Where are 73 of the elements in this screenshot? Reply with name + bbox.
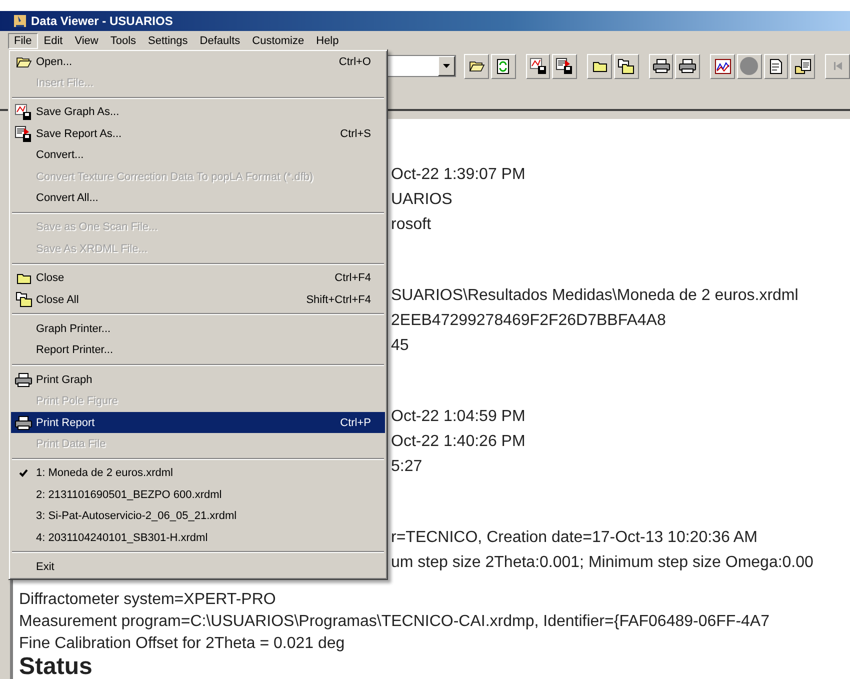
toolbar-button[interactable] (614, 54, 639, 78)
report-line: UARIOS (391, 190, 454, 210)
toolbar-button[interactable] (764, 54, 788, 78)
menu-item[interactable]: Convert... (11, 144, 385, 166)
menu-item[interactable]: Report Printer... (11, 340, 385, 362)
report-line: rosoft (391, 215, 432, 235)
toolbar-button[interactable] (710, 54, 735, 78)
window-title: Data Viewer - USUARIOS (31, 14, 173, 28)
menu-bar-item[interactable]: File (8, 33, 38, 49)
toolbar-button[interactable] (552, 54, 578, 78)
circle-icon (740, 57, 758, 75)
menu-bar-item[interactable]: Settings (142, 33, 194, 49)
menu-bar-item[interactable]: Edit (38, 33, 69, 49)
dropdown-field[interactable] (385, 55, 456, 77)
documents-icon (794, 58, 811, 74)
folders-icon (16, 292, 32, 308)
menu-item[interactable]: Save Report As... Ctrl+S (11, 123, 385, 145)
toolbar-button[interactable] (464, 54, 489, 78)
report-line: 5:27 (391, 457, 424, 477)
save-graph-icon (530, 58, 547, 74)
menu-item[interactable]: 3: Si-Pat-Autoservicio-2_06_05_21.xrdml (11, 505, 385, 527)
report-line: Oct-22 1:40:26 PM (391, 432, 526, 452)
menu-item[interactable]: Print Report Ctrl+P (11, 412, 385, 434)
printer-icon (652, 59, 670, 73)
report-line: Oct-22 1:39:07 PM (391, 165, 526, 185)
save-graph-icon (15, 104, 32, 120)
save-report-icon (15, 126, 32, 142)
folders-icon (618, 58, 634, 74)
toolbar-button[interactable] (587, 54, 612, 78)
save-report-icon (556, 58, 574, 74)
graph-icon (714, 58, 731, 74)
report-line: Diffractometer system=XPERT-PRO (19, 590, 277, 610)
menu-item[interactable]: 2: 2131101690501_BEZPO 600.xrdml (11, 484, 385, 506)
menu-item[interactable]: Close Ctrl+F4 (11, 268, 385, 289)
document-icon (770, 58, 782, 74)
menu-item[interactable]: 4: 2031104240101_SB301-H.xrdml (11, 526, 385, 548)
printer-icon (679, 59, 696, 73)
menu-bar-item[interactable]: Defaults (194, 33, 246, 49)
report-line: Measurement program=C:\USUARIOS\Programas\TECNICO-CAI.xrdmp, Identifier={FAF06489-06FF-4A7 (19, 612, 770, 632)
report-line: um step size 2Theta:0.001; Minimum step size Omega:0.00 (391, 553, 814, 573)
menu-item[interactable]: Graph Printer... (11, 318, 385, 340)
toolbar-button[interactable] (675, 54, 700, 78)
toolbar-button[interactable] (526, 54, 550, 78)
toolbar-button[interactable] (790, 54, 816, 78)
report-heading: Status (19, 655, 94, 679)
menu-item[interactable]: 1: Moneda de 2 euros.xrdml (11, 462, 385, 484)
printer-icon (15, 372, 32, 387)
dropdown-arrow-icon (443, 64, 450, 68)
folder-icon (16, 56, 32, 68)
report-line: r=TECNICO, Creation date=17-Oct-13 10:20:36 AM (391, 528, 758, 548)
menu-item[interactable]: Convert All... (11, 187, 385, 209)
menu-item[interactable]: Save Graph As... (11, 102, 385, 124)
report-line: SUARIOS\Resultados Medidas\Moneda de 2 euros.xrdml (391, 286, 800, 306)
menu-item[interactable]: Exit (11, 556, 385, 578)
menu-item[interactable]: Open... Ctrl+O (11, 51, 385, 72)
report-line: Oct-22 1:04:59 PM (391, 407, 526, 427)
printer-icon (15, 416, 32, 430)
menu-item[interactable]: Close All Shift+Ctrl+F4 (11, 288, 385, 310)
menu-item[interactable]: Print Graph (11, 369, 385, 390)
report-line: 2EEB47299278469F2F26D7BBFA4A8 (391, 311, 667, 331)
toolbar-button[interactable] (648, 54, 674, 78)
menu-bar-item[interactable]: Customize (246, 33, 310, 49)
menu-bar-item[interactable]: Help (310, 33, 345, 49)
menu-bar-item[interactable]: View (68, 33, 104, 49)
menu-bar-item[interactable]: Tools (104, 33, 142, 49)
folder-icon (592, 60, 607, 72)
folder-icon (468, 59, 485, 73)
toolbar-button[interactable] (490, 54, 516, 78)
refresh-document-icon (497, 58, 510, 74)
first-page-icon (834, 62, 842, 70)
folder-icon (16, 272, 30, 284)
report-line: 45 (391, 336, 410, 356)
report-line: Fine Calibration Offset for 2Theta = 0.021 deg (19, 634, 346, 654)
